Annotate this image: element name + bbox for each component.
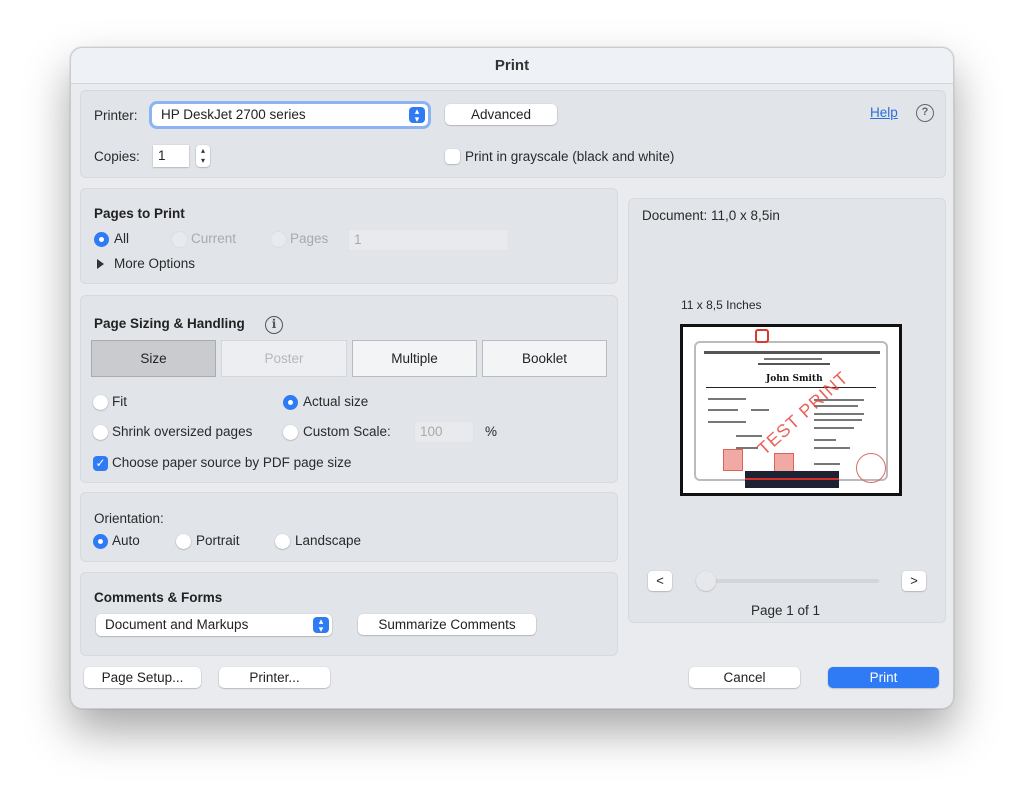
tab-booklet[interactable]: Booklet: [482, 340, 607, 377]
info-icon[interactable]: i: [265, 316, 283, 334]
circle-emblem: [856, 453, 886, 483]
summarize-comments-button[interactable]: Summarize Comments: [358, 614, 536, 635]
cert-subtitle-line: [764, 358, 822, 360]
banner-stripe: [745, 478, 839, 480]
page-slider-thumb[interactable]: [696, 571, 716, 591]
document-size-label: Document: 11,0 x 8,5in: [642, 208, 780, 223]
disclosure-triangle-icon[interactable]: [97, 259, 104, 269]
tab-size[interactable]: Size: [91, 340, 216, 377]
cert-text-line: [814, 419, 862, 421]
page-indicator: Page 1 of 1: [751, 603, 821, 618]
radio-all-label: All: [114, 231, 130, 246]
certificate-logo-icon: [755, 329, 769, 343]
radio-pages[interactable]: [271, 232, 286, 247]
page-slider-track[interactable]: [699, 579, 879, 583]
radio-pages-label: Pages: [290, 231, 329, 246]
cert-text-line: [814, 413, 864, 415]
radio-all[interactable]: [94, 232, 109, 247]
page-sizing-panel: Page Sizing & Handling i Size Poster Mul…: [80, 295, 618, 483]
previous-page-button[interactable]: <: [648, 571, 672, 591]
certificate-document: John Smith TEST PRINT: [694, 341, 888, 488]
advanced-button[interactable]: Advanced: [445, 104, 557, 125]
radio-portrait[interactable]: [176, 534, 191, 549]
grayscale-checkbox[interactable]: [445, 149, 460, 164]
radio-current-label: Current: [191, 231, 237, 246]
radio-landscape-label: Landscape: [295, 533, 362, 548]
help-icon[interactable]: ?: [916, 104, 934, 122]
printer-label: Printer:: [94, 108, 138, 123]
page-sizing-heading: Page Sizing & Handling: [94, 316, 245, 331]
orientation-heading: Orientation:: [94, 511, 164, 526]
radio-portrait-label: Portrait: [196, 533, 240, 548]
tab-multiple[interactable]: Multiple: [352, 340, 477, 377]
tab-poster[interactable]: Poster: [221, 340, 347, 377]
comments-forms-panel: Comments & Forms Document and Markups ▴ ▾…: [80, 572, 618, 656]
copies-stepper[interactable]: ▴ ▾: [196, 145, 210, 167]
comments-forms-select[interactable]: Document and Markups ▴ ▾: [96, 614, 332, 636]
cert-name-underline: [706, 387, 876, 388]
cert-signature-line: [814, 463, 840, 465]
radio-fit[interactable]: [93, 395, 108, 410]
red-seal-stamp: [774, 453, 794, 473]
paper-source-checkbox[interactable]: ✓: [93, 456, 108, 471]
certificate-banner: [745, 471, 839, 488]
cert-text-line: [751, 409, 769, 411]
pages-to-print-panel: Pages to Print All Current Pages 1 More …: [80, 188, 618, 284]
cert-subtitle-line-2: [758, 363, 830, 365]
printer-panel: Printer: HP DeskJet 2700 series ▴ ▾ Advan…: [80, 90, 946, 178]
more-options-toggle[interactable]: More Options: [114, 256, 195, 271]
window-title: Print: [494, 57, 530, 74]
percent-label: %: [485, 424, 498, 439]
next-page-button[interactable]: >: [902, 571, 926, 591]
recipient-name: John Smith: [766, 374, 823, 384]
radio-auto[interactable]: [93, 534, 108, 549]
cert-title-line: [704, 351, 880, 354]
custom-scale-field[interactable]: 100: [414, 421, 474, 443]
cancel-button[interactable]: Cancel: [689, 667, 800, 688]
radio-fit-label: Fit: [112, 394, 127, 409]
printer-button[interactable]: Printer...: [219, 667, 330, 688]
cert-text-line: [814, 439, 836, 441]
cert-text-line: [736, 435, 762, 437]
page-preview: John Smith TEST PRINT: [680, 324, 902, 496]
select-arrows-icon: ▴ ▾: [313, 617, 329, 634]
copies-label: Copies:: [94, 149, 140, 164]
radio-custom-scale[interactable]: [283, 425, 298, 440]
printer-select-value: HP DeskJet 2700 series: [161, 107, 306, 122]
copies-field[interactable]: 1: [153, 145, 189, 167]
cert-text-line: [708, 421, 746, 423]
select-arrows-icon: ▴ ▾: [409, 107, 425, 124]
printer-select[interactable]: HP DeskJet 2700 series ▴ ▾: [152, 104, 428, 126]
radio-shrink-oversized-label: Shrink oversized pages: [112, 424, 253, 439]
cert-text-line: [708, 398, 746, 400]
paper-source-label: Choose paper source by PDF page size: [112, 455, 352, 470]
radio-shrink-oversized[interactable]: [93, 425, 108, 440]
grayscale-label: Print in grayscale (black and white): [465, 149, 675, 164]
page-size-label: 11 x 8,5 Inches: [681, 298, 762, 312]
cert-text-line: [708, 409, 738, 411]
cert-text-line: [814, 447, 850, 449]
pages-range-field[interactable]: 1: [348, 229, 509, 251]
radio-custom-scale-label: Custom Scale:: [303, 424, 391, 439]
print-button[interactable]: Print: [828, 667, 939, 688]
title-bar: Print: [71, 48, 953, 84]
radio-current[interactable]: [172, 232, 187, 247]
radio-actual-size-label: Actual size: [303, 394, 369, 409]
comments-forms-heading: Comments & Forms: [94, 590, 223, 605]
orientation-panel: Orientation: Auto Portrait Landscape: [80, 492, 618, 562]
help-link[interactable]: Help: [870, 105, 898, 120]
pages-to-print-heading: Pages to Print: [94, 206, 185, 221]
radio-auto-label: Auto: [112, 533, 140, 548]
page-setup-button[interactable]: Page Setup...: [84, 667, 201, 688]
comments-forms-select-value: Document and Markups: [105, 617, 249, 632]
red-seal-stamp: [723, 449, 743, 471]
radio-actual-size[interactable]: [283, 395, 298, 410]
print-dialog: Print Printer: HP DeskJet 2700 series ▴ ▾…: [70, 47, 954, 709]
cert-text-line: [814, 427, 854, 429]
radio-landscape[interactable]: [275, 534, 290, 549]
